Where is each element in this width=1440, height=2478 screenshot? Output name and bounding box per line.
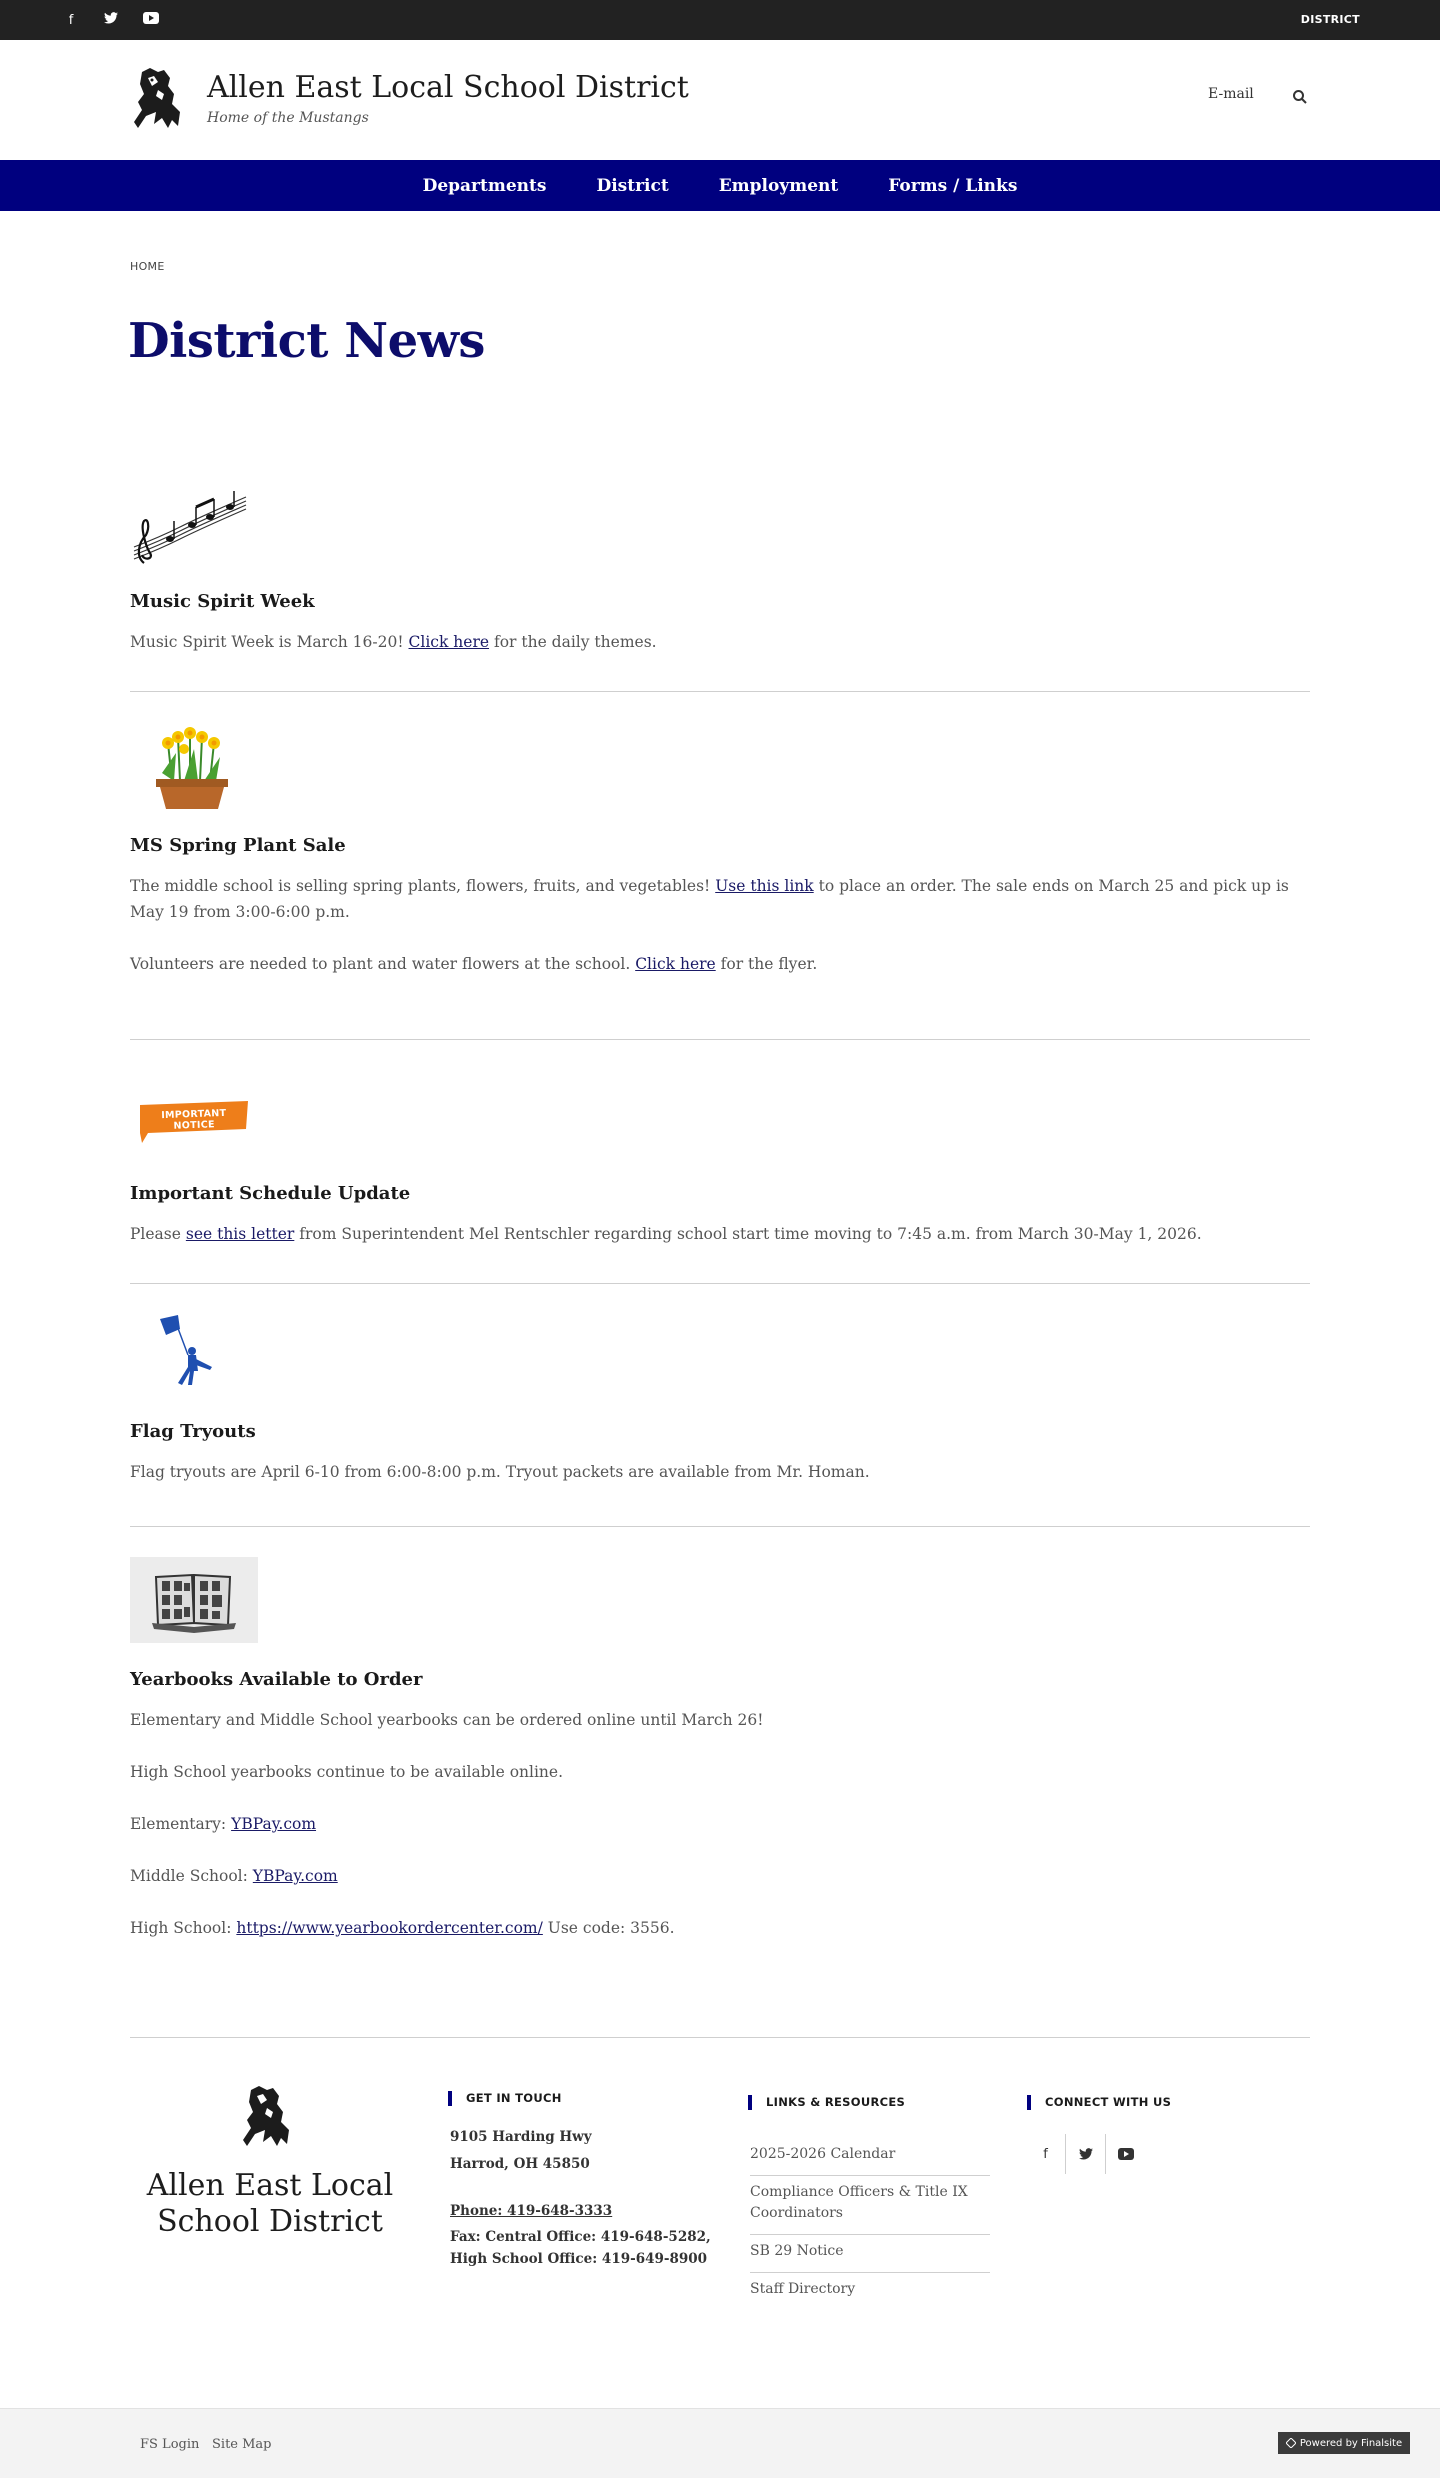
twitter-icon[interactable]: [1066, 2134, 1106, 2174]
nav-item-departments[interactable]: Departments: [423, 176, 547, 196]
nav-item-employment[interactable]: Employment: [719, 176, 839, 196]
news-divider: [130, 1039, 1310, 1040]
news-item: Yearbooks Available to Order Elementary …: [130, 1557, 1310, 1957]
news-divider: [130, 1526, 1310, 1527]
footer-divider: [130, 2037, 1310, 2038]
news-title[interactable]: Music Spirit Week: [130, 591, 315, 612]
news-title[interactable]: Yearbooks Available to Order: [130, 1669, 422, 1690]
yearbook-thumbnail[interactable]: [130, 1557, 258, 1643]
utility-social-links: f: [60, 0, 162, 40]
phone-link[interactable]: Phone: 419-648-3333: [450, 2200, 612, 2222]
news-text-run: Use code: 3556.: [542, 1919, 675, 1937]
news-paragraph: High School yearbooks continue to be ava…: [130, 1759, 1310, 1785]
news-divider: [130, 1283, 1310, 1284]
news-paragraph: Please see this letter from Superintende…: [130, 1221, 1310, 1247]
address-line-1: 9105 Harding Hwy: [450, 2129, 592, 2145]
news-item: MS Spring Plant Sale The middle school i…: [130, 723, 1310, 973]
news-link[interactable]: YBPay.com: [253, 1867, 338, 1885]
news-text-run: from Superintendent Mel Rentschler regar…: [294, 1225, 1202, 1243]
important-notice-badge-text: IMPORTANT NOTICE: [161, 1107, 227, 1132]
youtube-icon[interactable]: [1106, 2134, 1146, 2174]
news-link[interactable]: YBPay.com: [231, 1815, 316, 1833]
news-text-run: Flag tryouts are April 6-10 from 6:00-8:…: [130, 1463, 870, 1481]
youtube-icon[interactable]: [140, 12, 162, 28]
important-notice-badge[interactable]: IMPORTANT NOTICE: [136, 1101, 250, 1143]
news-text-run: The middle school is selling spring plan…: [130, 877, 716, 895]
news-divider: [130, 691, 1310, 692]
connect-heading: CONNECT WITH US: [1027, 2095, 1171, 2110]
site-header: Allen East Local School District Home of…: [0, 40, 1440, 160]
fax-numbers: Fax: Central Office: 419-648-5282, High …: [450, 2229, 711, 2267]
news-paragraph: Elementary: YBPay.com: [130, 1811, 1310, 1837]
news-link[interactable]: Click here: [409, 633, 490, 651]
news-text-run: High School:: [130, 1919, 237, 1937]
page-title: District News: [128, 313, 485, 369]
footer-link-staff-directory[interactable]: Staff Directory: [750, 2273, 990, 2310]
news-paragraph: Flag tryouts are April 6-10 from 6:00-8:…: [130, 1459, 1310, 1485]
search-icon[interactable]: [1292, 89, 1308, 105]
main-content: HOME District News Music Spirit Week Mus…: [0, 211, 1440, 2478]
news-paragraph: Volunteers are needed to plant and water…: [130, 951, 1310, 977]
email-link[interactable]: E-mail: [1208, 86, 1254, 102]
facebook-icon[interactable]: f: [1026, 2134, 1066, 2174]
powered-by-label: Powered by Finalsite: [1299, 2437, 1403, 2449]
footer-mustang-logo[interactable]: [236, 2084, 296, 2150]
news-link[interactable]: https://www.yearbookordercenter.com/: [236, 1919, 542, 1937]
site-title[interactable]: Allen East Local School District: [207, 70, 689, 105]
mustang-logo[interactable]: [128, 66, 186, 132]
breadcrumb[interactable]: HOME: [130, 260, 165, 273]
news-link[interactable]: Click here: [635, 955, 716, 973]
address-line-2: Harrod, OH 45850: [450, 2156, 590, 2172]
footer-link-sb29[interactable]: SB 29 Notice: [750, 2235, 990, 2273]
music-notes-thumbnail[interactable]: [130, 487, 248, 565]
footer-links-list: 2025-2026 Calendar Compliance Officers &…: [750, 2138, 990, 2310]
news-paragraph: Middle School: YBPay.com: [130, 1863, 1310, 1889]
news-item: IMPORTANT NOTICE Important Schedule Upda…: [130, 1087, 1310, 1247]
flag-twirler-thumbnail[interactable]: [158, 1315, 218, 1387]
news-item: Flag Tryouts Flag tryouts are April 6-10…: [130, 1315, 1310, 1481]
news-item: Music Spirit Week Music Spirit Week is M…: [130, 487, 1310, 657]
district-menu-link[interactable]: DISTRICT: [1301, 0, 1360, 40]
news-text-run: Volunteers are needed to plant and water…: [130, 955, 636, 973]
news-text-run: Middle School:: [130, 1867, 253, 1885]
site-tagline: Home of the Mustangs: [207, 110, 369, 126]
news-title[interactable]: Flag Tryouts: [130, 1421, 256, 1442]
twitter-icon[interactable]: [100, 12, 122, 28]
news-text-run: Elementary:: [130, 1815, 232, 1833]
news-text-run: Music Spirit Week is March 16-20!: [130, 633, 409, 651]
get-in-touch-heading: GET IN TOUCH: [448, 2091, 562, 2106]
main-navigation: Departments District Employment Forms / …: [0, 160, 1440, 211]
news-paragraph: The middle school is selling spring plan…: [130, 873, 1310, 925]
news-paragraph: Elementary and Middle School yearbooks c…: [130, 1707, 1310, 1733]
nav-item-district[interactable]: District: [596, 176, 668, 196]
utility-bar: f DISTRICT: [0, 0, 1440, 40]
news-title[interactable]: MS Spring Plant Sale: [130, 835, 346, 856]
news-text-run: High School yearbooks continue to be ava…: [130, 1763, 564, 1781]
news-text-run: for the flyer.: [715, 955, 818, 973]
footer-link-calendar[interactable]: 2025-2026 Calendar: [750, 2138, 990, 2176]
powered-by-finalsite-badge[interactable]: Powered by Finalsite: [1278, 2432, 1410, 2454]
bottom-bar: FS Login Site Map: [0, 2408, 1440, 2478]
footer-link-compliance[interactable]: Compliance Officers & Title IX Coordinat…: [750, 2176, 990, 2235]
news-text-run: Please: [130, 1225, 186, 1243]
fs-login-link[interactable]: FS Login: [140, 2437, 199, 2452]
news-link[interactable]: Use this link: [715, 877, 813, 895]
news-text-run: Elementary and Middle School yearbooks c…: [130, 1711, 764, 1729]
finalsite-icon: [1285, 2438, 1296, 2448]
links-resources-heading: LINKS & RESOURCES: [748, 2095, 905, 2110]
news-paragraph: High School: https://www.yearbookorderce…: [130, 1915, 1310, 1941]
news-paragraph: Music Spirit Week is March 16-20! Click …: [130, 629, 1310, 655]
news-link[interactable]: see this letter: [186, 1225, 294, 1243]
nav-item-forms-links[interactable]: Forms / Links: [888, 176, 1017, 196]
news-title[interactable]: Important Schedule Update: [130, 1183, 410, 1204]
site-map-link[interactable]: Site Map: [212, 2437, 272, 2452]
footer-district-name: Allen East Local School District: [146, 2168, 394, 2239]
news-text-run: for the daily themes.: [489, 633, 657, 651]
facebook-icon[interactable]: f: [60, 13, 82, 28]
flower-pot-thumbnail[interactable]: [154, 723, 230, 809]
footer-social-links: f: [1026, 2134, 1146, 2174]
